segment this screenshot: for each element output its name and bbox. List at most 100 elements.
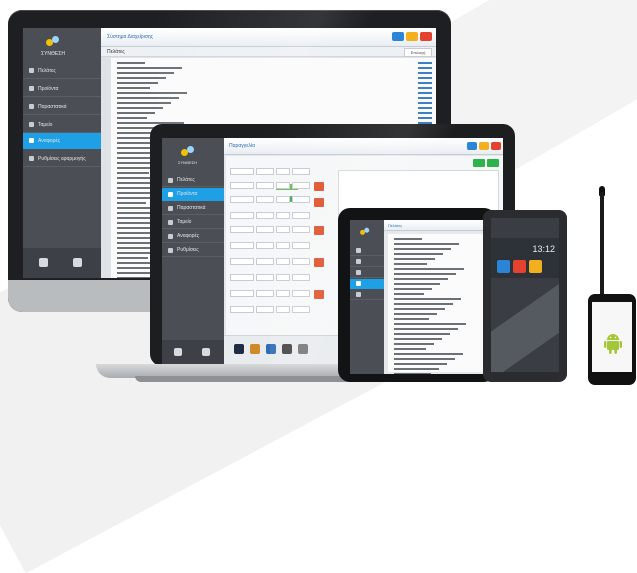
list-item[interactable]	[388, 307, 484, 311]
list-item[interactable]	[388, 287, 484, 291]
list-item[interactable]	[111, 76, 436, 80]
delete-button[interactable]	[314, 226, 324, 235]
form-field[interactable]	[276, 306, 290, 313]
app-icon[interactable]	[282, 344, 292, 354]
form-field[interactable]	[256, 226, 274, 233]
form-field[interactable]	[276, 258, 290, 265]
list-item[interactable]	[111, 106, 436, 110]
form-field[interactable]	[292, 196, 310, 203]
form-field[interactable]	[276, 290, 290, 297]
form-field[interactable]	[230, 242, 254, 249]
sidebar-item-reports[interactable]: Αναφορές	[23, 133, 101, 149]
list-item[interactable]	[388, 252, 484, 256]
form-field[interactable]	[292, 306, 310, 313]
list-item[interactable]	[388, 347, 484, 351]
list-item[interactable]	[111, 66, 436, 70]
form-field[interactable]	[276, 196, 290, 203]
sidebar-item[interactable]	[350, 268, 384, 278]
sidebar-item-products[interactable]: Προϊόντα	[23, 81, 101, 97]
list-item[interactable]	[388, 327, 484, 331]
sidebar-item-documents[interactable]: Παραστατικά	[162, 202, 224, 215]
form-field[interactable]	[256, 196, 274, 203]
form-field[interactable]	[292, 182, 310, 189]
form-field[interactable]	[230, 168, 254, 175]
form-field[interactable]	[276, 274, 290, 281]
sidebar-item[interactable]	[350, 257, 384, 267]
list-item[interactable]	[388, 332, 484, 336]
form-field[interactable]	[292, 212, 310, 219]
list-item[interactable]	[111, 86, 436, 90]
list-item[interactable]	[388, 322, 484, 326]
list-item[interactable]	[111, 96, 436, 100]
delete-button[interactable]	[314, 198, 324, 207]
form-field[interactable]	[256, 212, 274, 219]
list-item[interactable]	[388, 277, 484, 281]
form-field[interactable]	[276, 226, 290, 233]
list-item[interactable]	[388, 352, 484, 356]
maximize-icon[interactable]	[467, 142, 477, 150]
app-icon[interactable]	[250, 344, 260, 354]
list-item[interactable]	[388, 237, 484, 241]
delete-button[interactable]	[314, 290, 324, 299]
list-item[interactable]	[111, 101, 436, 105]
list-item[interactable]	[388, 292, 484, 296]
form-field[interactable]	[230, 196, 254, 203]
minimize-icon[interactable]	[479, 142, 489, 150]
list-item[interactable]	[111, 116, 436, 120]
form-field[interactable]	[276, 212, 290, 219]
minimize-icon[interactable]	[406, 32, 418, 41]
app-icon[interactable]	[298, 344, 308, 354]
form-field[interactable]	[230, 182, 254, 189]
maximize-icon[interactable]	[392, 32, 404, 41]
form-field[interactable]	[230, 258, 254, 265]
settings-icon[interactable]	[39, 258, 48, 267]
list-item[interactable]	[388, 272, 484, 276]
list-item[interactable]	[388, 317, 484, 321]
form-field[interactable]	[256, 168, 274, 175]
list-item[interactable]	[388, 337, 484, 341]
app-icon[interactable]	[234, 344, 244, 354]
form-field[interactable]	[230, 306, 254, 313]
sidebar-item-documents[interactable]: Παραστατικά	[23, 99, 101, 115]
list-item[interactable]	[111, 61, 436, 65]
sidebar-item-reports[interactable]: Αναφορές	[162, 230, 224, 243]
phone-icon[interactable]	[73, 258, 82, 267]
app-tile[interactable]	[529, 260, 542, 273]
list-item[interactable]	[388, 362, 484, 366]
form-field[interactable]	[256, 258, 274, 265]
close-icon[interactable]	[420, 32, 432, 41]
app-icon[interactable]	[266, 344, 276, 354]
form-field[interactable]	[276, 242, 290, 249]
list-item[interactable]	[388, 342, 484, 346]
delete-button[interactable]	[314, 182, 324, 191]
list-scrollbar[interactable]	[103, 58, 110, 278]
form-field[interactable]	[256, 306, 274, 313]
sidebar-item[interactable]	[350, 279, 384, 289]
list-item[interactable]	[388, 242, 484, 246]
form-field[interactable]	[230, 226, 254, 233]
list-item[interactable]	[388, 357, 484, 361]
list-item[interactable]	[111, 71, 436, 75]
list-item[interactable]	[388, 257, 484, 261]
list-item[interactable]	[388, 267, 484, 271]
sidebar-item-products[interactable]: Προϊόντα	[162, 188, 224, 201]
list-item[interactable]	[388, 247, 484, 251]
form-field[interactable]	[292, 226, 310, 233]
app-tile[interactable]	[497, 260, 510, 273]
customer-list[interactable]	[388, 234, 484, 374]
form-field[interactable]	[292, 168, 310, 175]
list-item[interactable]	[111, 81, 436, 85]
settings-icon[interactable]	[174, 348, 182, 356]
list-item[interactable]	[388, 367, 484, 371]
list-item[interactable]	[388, 372, 484, 374]
form-field[interactable]	[230, 274, 254, 281]
sidebar-item[interactable]	[350, 246, 384, 256]
form-field[interactable]	[276, 168, 290, 175]
form-field[interactable]	[256, 290, 274, 297]
confirm-button[interactable]	[487, 159, 499, 167]
form-field[interactable]	[292, 258, 310, 265]
delete-button[interactable]	[314, 258, 324, 267]
form-field[interactable]	[292, 274, 310, 281]
sidebar-item-settings[interactable]: Ρυθμίσεις	[162, 244, 224, 257]
list-item[interactable]	[388, 302, 484, 306]
